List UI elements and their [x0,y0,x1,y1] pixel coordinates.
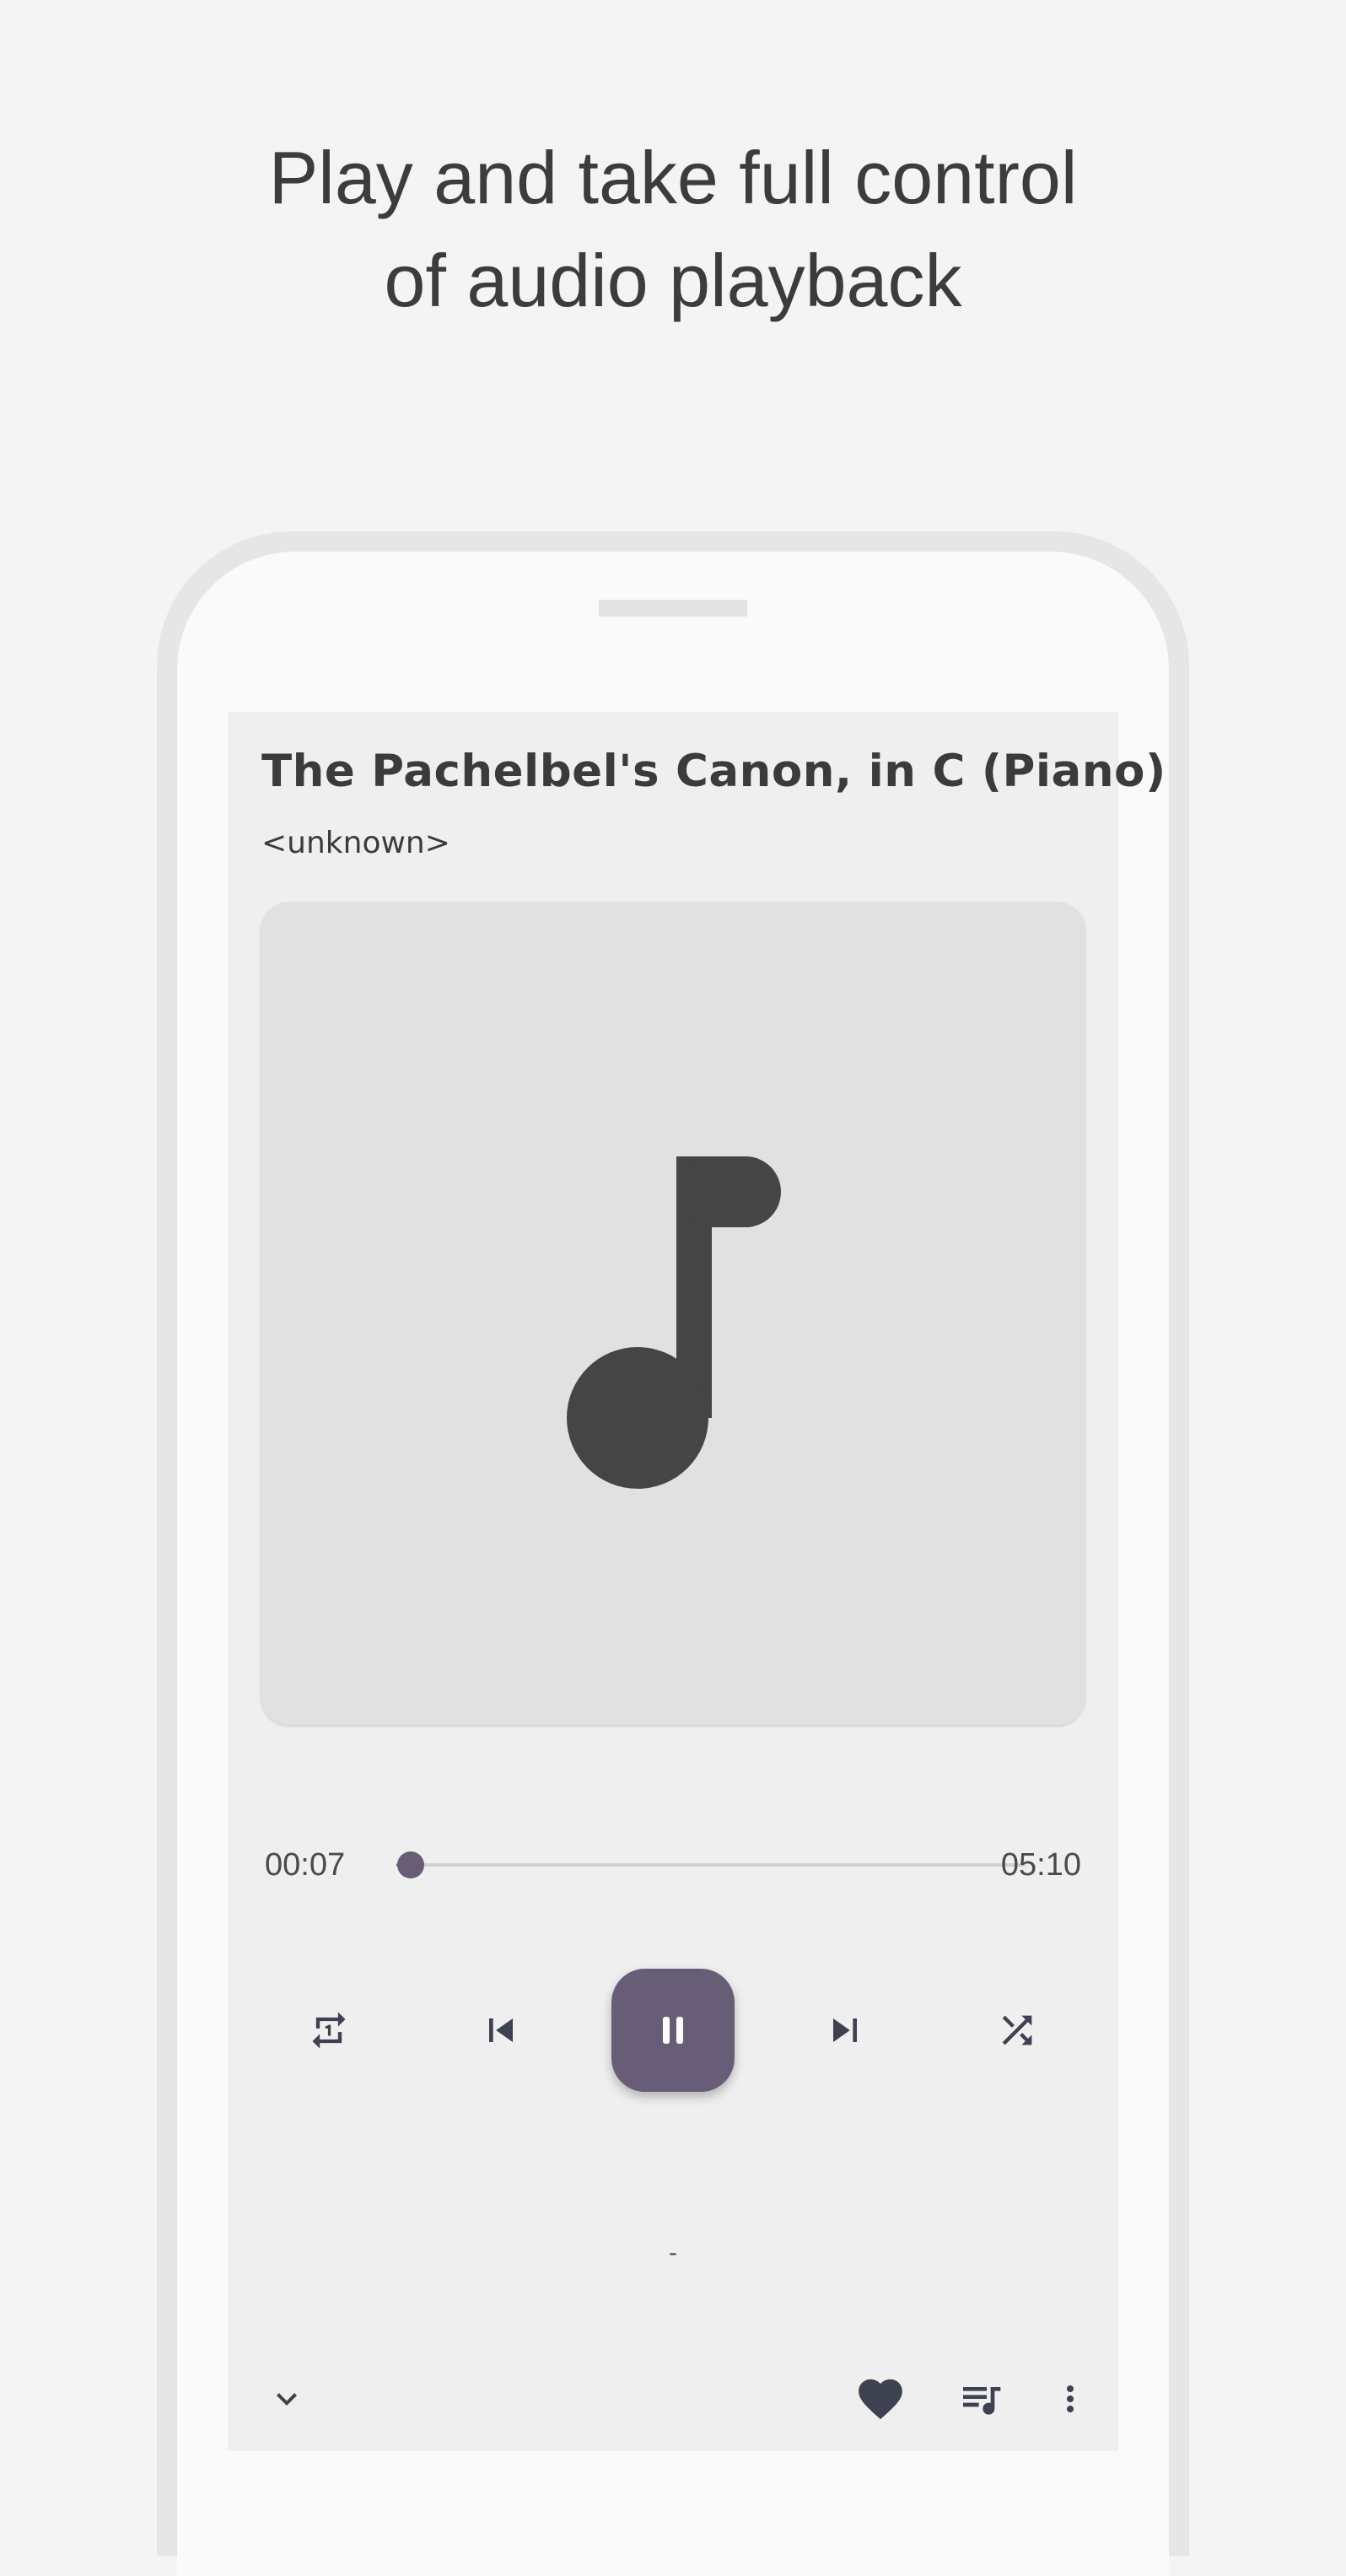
skip-next-icon [833,2018,857,2042]
play-pause-button[interactable] [611,1969,735,2092]
shuffle-icon [1002,2015,1032,2045]
phone-speaker [599,600,747,617]
playback-controls [228,1969,1118,2092]
bottom-action-bar [228,2365,1118,2466]
promo-headline: Play and take full control of audio play… [0,127,1346,332]
previous-button[interactable] [459,1988,543,2072]
more-options-button[interactable] [1036,2365,1104,2433]
album-art [261,902,1085,1725]
skip-previous-icon [489,2018,513,2042]
queue-music-icon [963,2387,1001,2415]
seek-thumb[interactable] [397,1851,424,1878]
queue-button[interactable] [947,2365,1015,2433]
track-title: The Pachelbel's Canon, in C (Piano) [261,746,1166,797]
track-artist: <unknown> [261,826,450,860]
lyrics-placeholder: - [669,2239,677,2266]
elapsed-time: 00:07 [265,1847,346,1883]
headline-line-1: Play and take full control [268,136,1078,219]
pause-icon [663,2017,683,2044]
next-button[interactable] [803,1988,887,2072]
music-note-icon [567,1156,781,1489]
collapse-button[interactable] [253,2365,320,2433]
repeat-one-icon [312,2012,346,2049]
headline-line-2: of audio playback [384,239,962,322]
player-screen: The Pachelbel's Canon, in C (Piano) <unk… [228,712,1166,2451]
heart-icon [859,2379,902,2420]
repeat-button[interactable] [287,1988,371,2072]
total-time: 05:10 [1000,1847,1081,1883]
seek-bar[interactable] [396,1839,1026,1889]
chevron-down-icon [277,2393,297,2406]
shuffle-button[interactable] [975,1988,1059,2072]
seek-track [396,1863,1026,1867]
more-vert-icon [1067,2385,1074,2412]
like-button[interactable] [847,2365,914,2433]
